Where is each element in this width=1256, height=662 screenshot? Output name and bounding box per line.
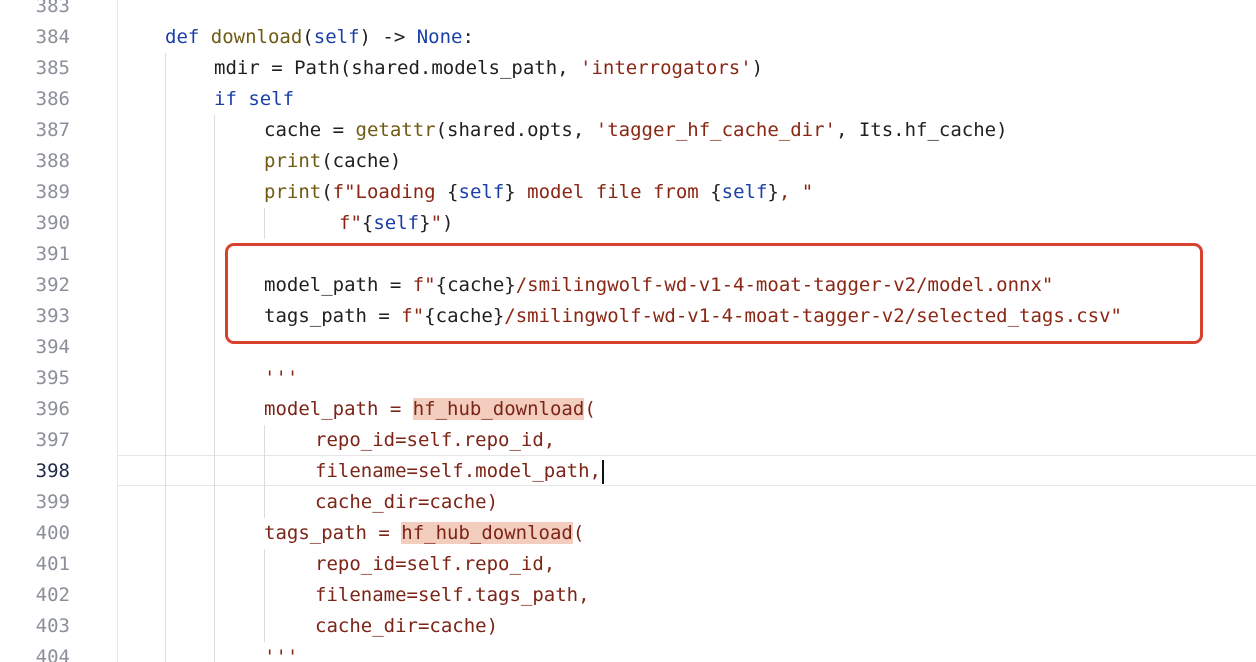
line-number: 395	[35, 367, 70, 389]
indent-guide	[264, 549, 265, 642]
string-literal: f"Loading	[332, 181, 448, 203]
self-token: self	[373, 212, 420, 234]
code-token: cache_dir=cache)	[315, 615, 499, 637]
code-token: filename=self.model_path,	[315, 460, 601, 482]
string-literal: f"	[339, 212, 362, 234]
line-number: 403	[35, 615, 70, 637]
code-token: }	[767, 181, 779, 203]
code-line[interactable]: if self	[214, 84, 294, 115]
string-literal: model file from	[515, 181, 711, 203]
code-token: mdir = Path(shared.models_path,	[214, 57, 581, 79]
code-token: ) ->	[359, 26, 417, 48]
line-number: 384	[35, 26, 70, 48]
line-number: 397	[35, 429, 70, 451]
code-token: :	[462, 26, 474, 48]
line-number: 394	[35, 336, 70, 358]
code-token: (cache)	[321, 150, 402, 172]
code-token: model_path =	[264, 398, 413, 420]
keyword-if: if	[214, 88, 237, 110]
string-literal: "	[430, 212, 443, 234]
line-number: 390	[35, 212, 70, 234]
line-number: 402	[35, 584, 70, 606]
code-token: (	[321, 181, 333, 203]
self-token: self	[313, 26, 360, 48]
code-token: }	[419, 212, 431, 234]
line-number: 396	[35, 398, 70, 420]
string-literal: 'interrogators'	[580, 57, 752, 79]
string-literal: , "	[778, 181, 814, 203]
indent-guide	[264, 208, 265, 239]
line-number: 386	[35, 88, 70, 110]
code-line[interactable]: filename=self.tags_path,	[315, 580, 590, 611]
self-token: self	[458, 181, 505, 203]
code-line[interactable]: '''	[264, 363, 298, 394]
code-token: {	[710, 181, 722, 203]
builtin-function: getattr	[355, 119, 436, 141]
code-line[interactable]: cache = getattr(shared.opts, 'tagger_hf_…	[264, 115, 1008, 146]
code-token: tags_path =	[264, 522, 402, 544]
builtin-function: print	[264, 181, 322, 203]
line-number: 401	[35, 553, 70, 575]
docstring-quote: '''	[264, 646, 299, 662]
docstring-quote: '''	[264, 367, 299, 389]
line-number: 385	[35, 57, 70, 79]
line-number: 389	[35, 181, 70, 203]
code-line[interactable]: print(cache)	[264, 146, 401, 177]
code-line[interactable]: f"{self}")	[339, 208, 453, 239]
code-token: cache_dir=cache)	[315, 491, 499, 513]
keyword-def: def	[165, 26, 200, 48]
code-token: cache =	[264, 119, 356, 141]
code-token: (shared.opts,	[435, 119, 596, 141]
line-number: 383	[35, 0, 70, 17]
code-token: )	[751, 57, 764, 79]
code-editor[interactable]: 383 384 385 386 387 388 389 390 391 392 393 394 395 3…	[0, 0, 1256, 662]
builtin-function: print	[264, 150, 322, 172]
code-token: }	[504, 181, 516, 203]
code-line[interactable]: '''	[264, 642, 298, 662]
code-token: repo_id=self.repo_id,	[315, 429, 556, 451]
function-name: download	[210, 26, 303, 48]
code-token: repo_id=self.repo_id,	[315, 553, 556, 575]
code-line-current[interactable]: filename=self.model_path,	[315, 456, 604, 487]
code-line[interactable]: tags_path = hf_hub_download(	[264, 518, 584, 549]
highlighted-token: hf_hub_download	[401, 522, 573, 544]
line-number: 398	[35, 460, 70, 482]
code-token: {	[361, 212, 374, 234]
current-line-highlight	[117, 455, 1256, 486]
line-number: 404	[35, 646, 70, 662]
code-line[interactable]: model_path = hf_hub_download(	[264, 394, 596, 425]
code-token: , Its.hf_cache)	[835, 119, 1008, 141]
code-token: {	[447, 181, 459, 203]
indent-guide	[264, 425, 265, 518]
line-number: 400	[35, 522, 70, 544]
annotation-highlight-box	[225, 243, 1203, 344]
line-number: 388	[35, 150, 70, 172]
line-number: 387	[35, 119, 70, 141]
code-token: (	[584, 398, 596, 420]
code-token: (	[302, 26, 314, 48]
indent-guide	[165, 53, 166, 662]
self-token: self	[721, 181, 768, 203]
highlighted-token: hf_hub_download	[412, 398, 585, 420]
code-line[interactable]: repo_id=self.repo_id,	[315, 549, 555, 580]
code-line[interactable]: def download(self) -> None:	[165, 22, 474, 53]
code-line[interactable]: repo_id=self.repo_id,	[315, 425, 555, 456]
text-cursor	[601, 459, 604, 484]
line-number: 391	[35, 243, 70, 265]
string-literal: 'tagger_hf_cache_dir'	[595, 119, 836, 141]
code-token: )	[442, 212, 454, 234]
self-token: self	[248, 88, 295, 110]
line-number-gutter: 383 384 385 386 387 388 389 390 391 392 393 394 395 3…	[0, 0, 118, 662]
line-number: 392	[35, 274, 70, 296]
line-number: 399	[35, 491, 70, 513]
code-line[interactable]: cache_dir=cache)	[315, 611, 498, 642]
indent-guide	[214, 115, 215, 662]
line-number: 393	[35, 305, 70, 327]
code-token: filename=self.tags_path,	[315, 584, 590, 606]
code-token: (	[572, 522, 585, 544]
code-line[interactable]: print(f"Loading {self} model file from {…	[264, 177, 813, 208]
code-line[interactable]: cache_dir=cache)	[315, 487, 498, 518]
code-line[interactable]: mdir = Path(shared.models_path, 'interro…	[214, 53, 763, 84]
keyword-none: None	[416, 26, 463, 48]
